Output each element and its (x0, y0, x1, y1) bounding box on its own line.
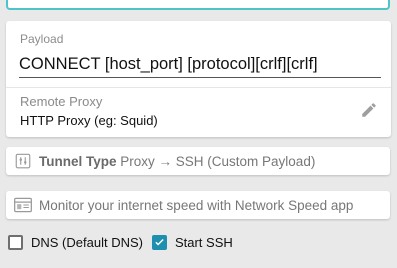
remote-proxy-value: HTTP Proxy (eg: Squid) (20, 113, 158, 128)
edit-remote-proxy-button[interactable] (357, 98, 381, 122)
check-icon (155, 238, 164, 246)
dns-label[interactable]: DNS (Default DNS) (31, 235, 143, 250)
start-ssh-checkbox[interactable] (151, 234, 167, 250)
network-speed-text: Monitor your internet speed with Network… (39, 197, 354, 213)
speed-monitor-icon (13, 195, 33, 215)
tunnel-type-title: Tunnel Type (39, 153, 117, 169)
options-row: DNS (Default DNS) Start SSH (8, 232, 233, 252)
tunnel-type-card[interactable]: Tunnel Type Proxy → SSH (Custom Payload) (6, 147, 390, 175)
payload-card: Payload Remote Proxy HTTP Proxy (eg: Squ… (6, 21, 391, 137)
previous-card-edge (6, 0, 390, 10)
remote-proxy-label: Remote Proxy (20, 94, 103, 109)
tunnel-type-text: Tunnel Type Proxy → SSH (Custom Payload) (39, 154, 315, 169)
edit-pencil-icon (362, 103, 376, 117)
tunnel-settings-icon (13, 151, 33, 171)
start-ssh-label[interactable]: Start SSH (175, 235, 233, 250)
divider (6, 87, 391, 88)
payload-label: Payload (20, 32, 64, 46)
dns-checkbox[interactable] (8, 234, 23, 250)
network-speed-banner[interactable]: Monitor your internet speed with Network… (6, 191, 390, 219)
payload-input[interactable] (19, 51, 381, 78)
tunnel-type-value: Proxy → SSH (Custom Payload) (120, 153, 316, 169)
